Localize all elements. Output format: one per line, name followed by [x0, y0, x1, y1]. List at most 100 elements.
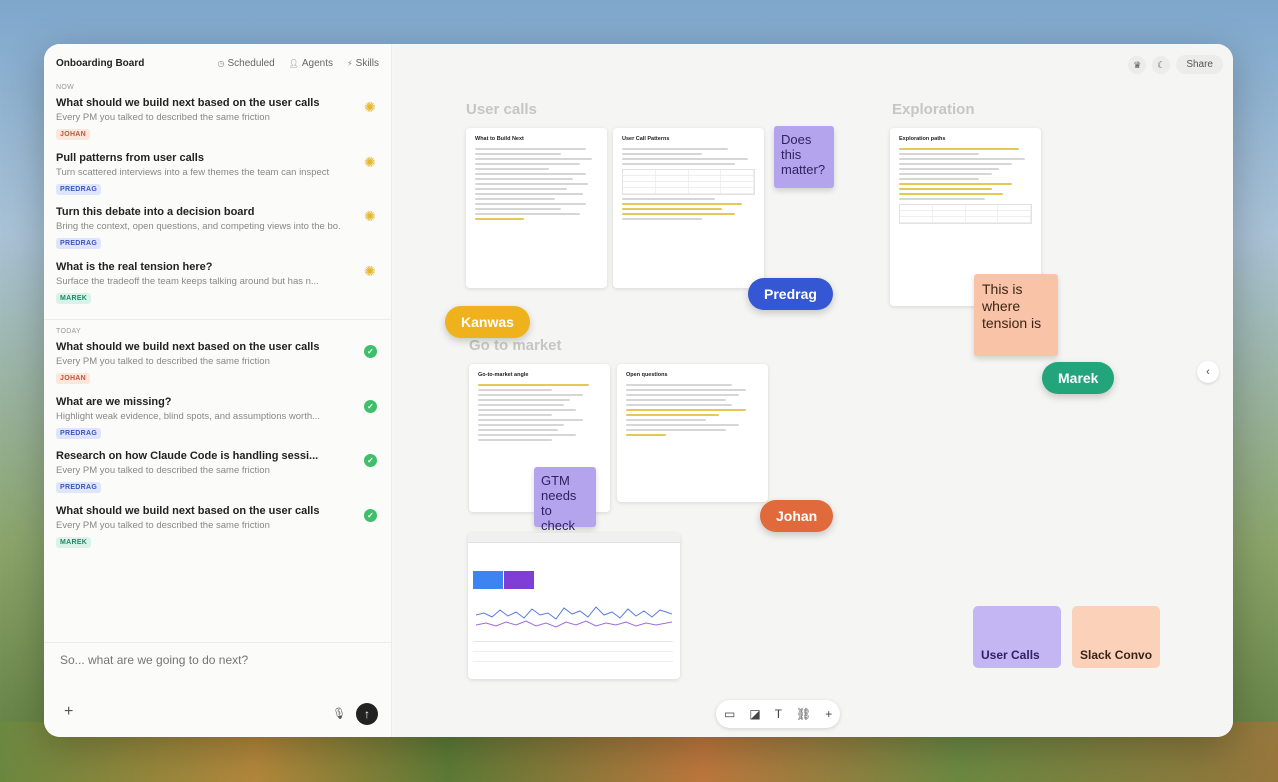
task-title: What are we missing? [56, 395, 172, 408]
scheduled-label: Scheduled [227, 57, 275, 69]
task-title: What should we build next based on the u… [56, 97, 320, 109]
user-icon: 👤︎ [288, 58, 299, 68]
divider [44, 319, 391, 320]
sticky-icon[interactable]: ◪ [749, 707, 760, 721]
agents-link[interactable]: 👤︎ Agents [289, 58, 333, 69]
sidebar: Onboarding Board ◷ Scheduled 👤︎ Agents ⚡… [44, 44, 392, 737]
spinner-icon: ✺ [364, 99, 376, 115]
sticky-note[interactable]: Does this matter? [774, 126, 834, 188]
doc-icon[interactable]: ▭ [724, 707, 735, 721]
section-label-today: TODAY [56, 328, 81, 335]
group-title-user-calls: User calls [466, 101, 537, 118]
task-tag: PREDRAG [56, 183, 102, 195]
task-tag: JOHAN [56, 129, 91, 140]
bolt-icon: ⚡︎ [347, 58, 353, 68]
folder-label: Slack Convo [1080, 648, 1153, 662]
scheduled-link[interactable]: ◷ Scheduled [217, 58, 274, 69]
sticky-note[interactable]: This is where tension is [974, 274, 1058, 356]
send-button[interactable]: ↑ [356, 703, 378, 725]
group-title-exploration: Exploration [892, 101, 975, 118]
task-subtitle: Every PM you talked to described the sam… [56, 356, 270, 367]
crown-icon[interactable]: ♛ [1128, 55, 1147, 74]
task-title: Pull patterns from user calls [56, 151, 204, 164]
screenshot-toolbar [468, 533, 680, 543]
task-tag: JOHAN [56, 373, 91, 384]
metric-tile [504, 571, 534, 589]
check-icon: ✓ [364, 454, 377, 467]
task-title: Research on how Claude Code is handling … [56, 450, 319, 462]
cursor-label-kanwas: Kanwas [445, 306, 530, 338]
task-item[interactable]: What should we build next based on the u… [44, 97, 391, 152]
sticky-note[interactable]: GTM needs to check [534, 467, 596, 533]
check-icon: ✓ [364, 508, 377, 522]
spinner-icon: ✺ [364, 153, 376, 170]
composer: + 🎙︎ ↑ [44, 642, 392, 737]
chevron-left-icon[interactable]: ‹ [1197, 361, 1219, 383]
clock-icon: ◷ [217, 58, 225, 68]
task-subtitle: Every PM you talked to described the sam… [56, 112, 270, 123]
moon-icon[interactable]: ☾ [1152, 55, 1171, 74]
metric-tile [473, 571, 503, 589]
doc-what-to-build[interactable]: What to Build Next [466, 128, 607, 288]
text-icon[interactable]: T [775, 707, 782, 721]
canvas-toolbar: ▭ ◪ T ⛓︎ + [716, 700, 841, 728]
doc-title: Go-to-market angle [478, 372, 529, 378]
sidebar-header: Onboarding Board ◷ Scheduled 👤︎ Agents ⚡… [44, 44, 391, 82]
task-item[interactable]: What are we missing? Highlight weak evid… [44, 396, 391, 451]
task-subtitle: Every PM you talked to described the sam… [56, 519, 270, 531]
task-item[interactable]: What is the real tension here? Surface t… [44, 261, 391, 316]
doc-title: User Call Patterns [622, 136, 670, 142]
agents-label: Agents [301, 57, 334, 69]
doc-table [899, 204, 1032, 224]
task-subtitle: Bring the context, open questions, and c… [56, 221, 341, 232]
performance-line-chart [476, 606, 672, 628]
task-title: Turn this debate into a decision board [56, 206, 255, 218]
doc-title: Exploration paths [899, 136, 946, 142]
board-canvas[interactable]: ♛ ☾ Share User calls Exploration Go to m… [393, 44, 1233, 737]
analytics-screenshot[interactable] [468, 533, 680, 679]
folder-user-calls[interactable]: User Calls [973, 606, 1061, 668]
doc-user-call-patterns[interactable]: User Call Patterns [613, 128, 764, 288]
app-window: Onboarding Board ◷ Scheduled 👤︎ Agents ⚡… [44, 44, 1233, 737]
task-title: What should we build next based on the u… [56, 341, 320, 353]
task-title: What should we build next based on the u… [56, 504, 320, 517]
task-title: What is the real tension here? [56, 260, 213, 273]
folder-label: User Calls [981, 648, 1040, 662]
doc-title: What to Build Next [475, 136, 524, 142]
task-subtitle: Every PM you talked to described the sam… [56, 465, 270, 476]
skills-link[interactable]: ⚡︎ Skills [347, 58, 379, 69]
spinner-icon: ✺ [364, 262, 376, 279]
task-tag: PREDRAG [56, 482, 102, 493]
cursor-label-johan: Johan [760, 500, 834, 532]
composer-input[interactable] [60, 653, 360, 667]
task-tag: MAREK [56, 536, 92, 548]
task-tag: PREDRAG [56, 238, 102, 249]
task-subtitle: Turn scattered interviews into a few the… [56, 166, 330, 178]
doc-open-questions[interactable]: Open questions [617, 364, 768, 502]
group-title-go-to-market: Go to market [469, 337, 562, 354]
task-item[interactable]: Pull patterns from user calls Turn scatt… [44, 152, 391, 207]
task-item[interactable]: Research on how Claude Code is handling … [44, 450, 391, 505]
check-icon: ✓ [364, 399, 377, 413]
section-label-now: NOW [56, 84, 75, 91]
folder-slack-convo[interactable]: Slack Convo [1072, 606, 1160, 668]
task-subtitle: Surface the tradeoff the team keeps talk… [56, 275, 319, 287]
task-item[interactable]: What should we build next based on the u… [44, 341, 391, 396]
today-task-list: What should we build next based on the u… [44, 341, 391, 559]
doc-title: Open questions [626, 372, 668, 378]
add-attachment-icon[interactable]: + [64, 703, 73, 721]
spinner-icon: ✺ [364, 208, 376, 224]
now-task-list: What should we build next based on the u… [44, 97, 391, 315]
task-tag: MAREK [56, 292, 92, 304]
link-icon[interactable]: ⛓︎ [796, 707, 811, 721]
task-tag: PREDRAG [56, 427, 102, 439]
plus-icon[interactable]: + [825, 707, 832, 721]
canvas-top-controls: ♛ ☾ Share [1128, 55, 1223, 74]
task-item[interactable]: What should we build next based on the u… [44, 505, 391, 560]
cursor-label-predrag: Predrag [748, 278, 833, 310]
skills-label: Skills [355, 57, 379, 69]
microphone-icon[interactable]: 🎙︎ [332, 707, 346, 720]
task-item[interactable]: Turn this debate into a decision board B… [44, 206, 391, 261]
share-button[interactable]: Share [1176, 55, 1223, 74]
cursor-label-marek: Marek [1042, 362, 1115, 394]
